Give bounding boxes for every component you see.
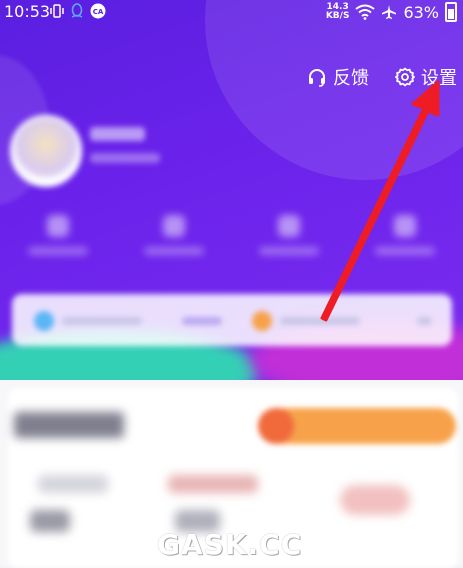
status-right-group: 14.3 KB/S 63% bbox=[326, 2, 457, 22]
blurred-block bbox=[38, 475, 108, 493]
user-subtitle-blurred bbox=[90, 153, 160, 163]
headset-icon bbox=[309, 69, 325, 87]
battery-percent: 63% bbox=[403, 2, 439, 22]
vibrate-icon bbox=[50, 4, 64, 18]
header-actions: 反馈 设置 bbox=[307, 64, 457, 90]
section-title-blurred bbox=[14, 412, 124, 438]
battery-icon bbox=[445, 2, 457, 22]
network-speed: 14.3 KB/S bbox=[325, 2, 350, 21]
avatar[interactable] bbox=[10, 115, 82, 187]
blurred-block bbox=[30, 510, 70, 532]
info-card-blurred[interactable] bbox=[12, 294, 452, 346]
shortcut-item[interactable] bbox=[375, 215, 436, 255]
blurred-block bbox=[340, 485, 410, 515]
status-bar: 10:53 CA 14.3 KB/S 63% bbox=[0, 0, 463, 24]
status-notification-icons: CA bbox=[50, 3, 106, 19]
feedback-label: 反馈 bbox=[333, 68, 369, 89]
shortcut-item[interactable] bbox=[143, 215, 204, 255]
shortcut-item[interactable] bbox=[27, 215, 88, 255]
blurred-block bbox=[168, 475, 258, 493]
status-time: 10:53 bbox=[4, 2, 51, 21]
profile-info-blurred bbox=[90, 127, 160, 163]
settings-label: 设置 bbox=[421, 68, 457, 89]
shortcut-item[interactable] bbox=[259, 215, 320, 255]
username-blurred bbox=[90, 127, 145, 141]
shortcut-row-blurred bbox=[0, 215, 463, 255]
app-notification-icon: CA bbox=[90, 3, 106, 19]
airplane-mode-icon bbox=[382, 5, 397, 19]
wifi-icon bbox=[355, 4, 376, 20]
qq-icon bbox=[71, 3, 83, 18]
settings-button[interactable]: 设置 bbox=[395, 64, 457, 90]
feedback-button[interactable]: 反馈 bbox=[307, 64, 369, 90]
gear-icon bbox=[395, 67, 415, 87]
user-profile[interactable] bbox=[10, 115, 160, 187]
watermark-text: GASK.CC bbox=[157, 528, 303, 561]
promo-button-blurred[interactable] bbox=[258, 408, 456, 444]
svg-text:CA: CA bbox=[93, 8, 104, 16]
